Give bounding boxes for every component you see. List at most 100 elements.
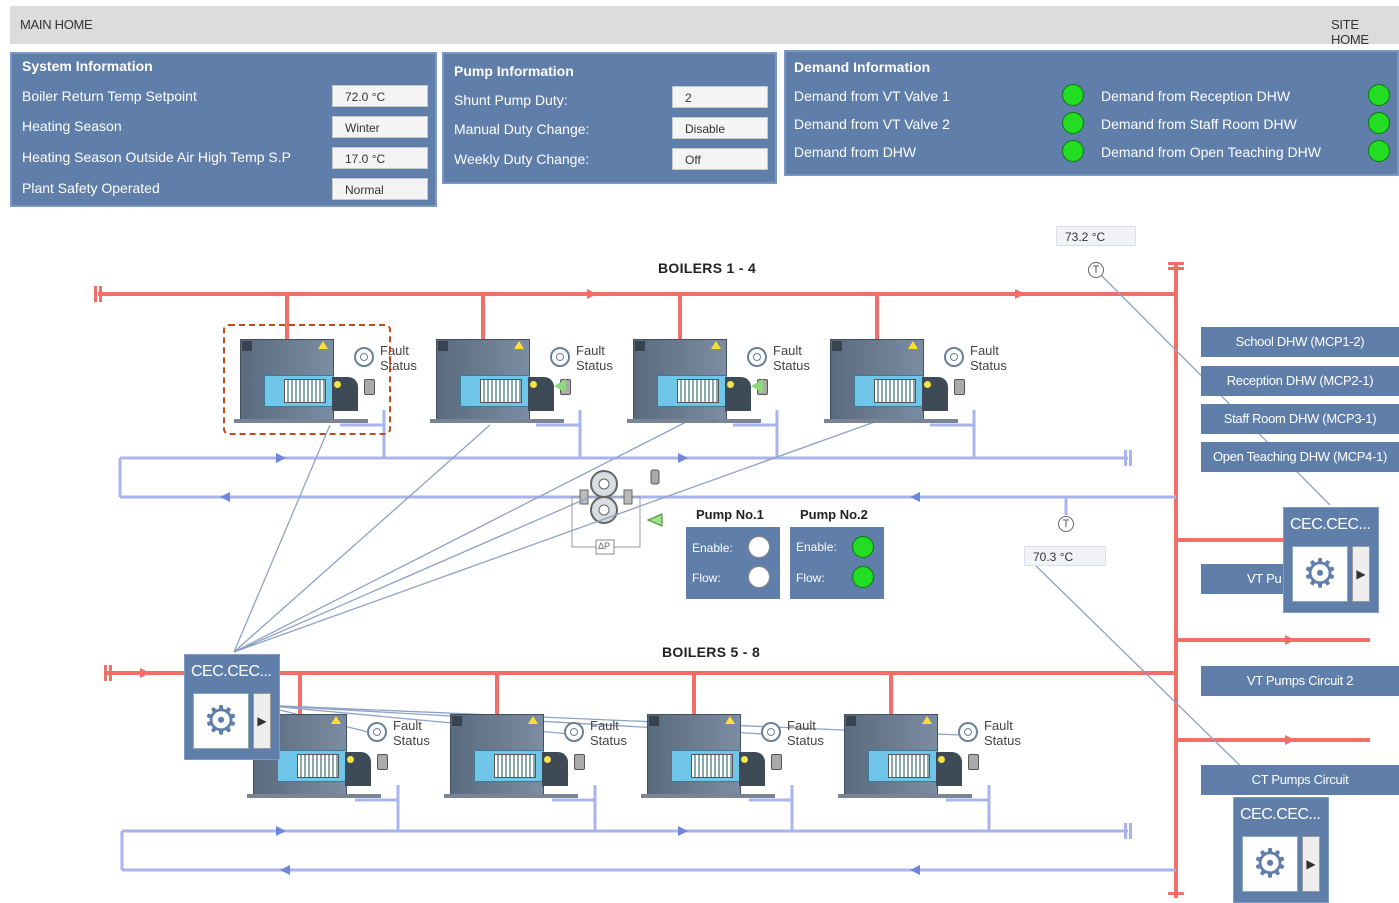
school-dhw-circuit-button[interactable]: School DHW (MCP1-2) (1201, 327, 1399, 357)
vt-pumps-circuit-2-button[interactable]: VT Pumps Circuit 2 (1201, 666, 1399, 696)
top-nav-bar: MAIN HOME SITE HOME (10, 6, 1399, 47)
differential-pressure-label: ΔP (598, 541, 611, 551)
system-information-panel: System Information Boiler Return Temp Se… (10, 52, 437, 207)
gear-icon[interactable]: ⚙ (193, 693, 249, 749)
boiler-8-fault-indicator[interactable] (958, 722, 978, 742)
shunt-pump-duty-value[interactable]: 2 (672, 86, 768, 108)
fault-label-line1: Fault (393, 718, 422, 733)
demand-vt-valve-1-indicator (1062, 84, 1084, 106)
boiler-8-fault-status-label: Fault Status (984, 718, 1021, 748)
controller-widget-vt-pumps[interactable]: CEC.CEC... ⚙ ▶ (1283, 507, 1379, 613)
burner-grille (874, 379, 916, 403)
burner-grille (494, 754, 536, 778)
burner-light (938, 756, 945, 763)
warning-icon (725, 716, 735, 724)
boiler-6[interactable]: Fault Status (444, 710, 627, 800)
warning-icon (908, 341, 918, 349)
boiler-base (444, 794, 578, 798)
fault-label-line2: Status (393, 733, 430, 748)
manual-duty-change-value[interactable]: Disable (672, 117, 768, 139)
demand-dhw-label: Demand from DHW (794, 144, 917, 160)
boiler-6-fault-indicator[interactable] (564, 722, 584, 742)
controller-name: CEC.CEC... (191, 663, 272, 680)
boiler-base (824, 419, 958, 423)
pump-2-flow-indicator (852, 566, 874, 588)
demand-staff-room-dhw-indicator (1368, 112, 1390, 134)
boiler-4-fault-indicator[interactable] (944, 347, 964, 367)
expand-arrow-icon[interactable]: ▶ (1302, 836, 1320, 892)
boiler-3-fault-indicator[interactable] (747, 347, 767, 367)
burner-light (544, 756, 551, 763)
boiler-base (627, 419, 761, 423)
boiler-2-fault-indicator[interactable] (550, 347, 570, 367)
pump-2-flow-label: Flow: (796, 571, 825, 585)
boiler-7[interactable]: Fault Status (641, 710, 824, 800)
expand-arrow-icon[interactable]: ▶ (1352, 546, 1370, 602)
boiler-vent (846, 716, 856, 726)
demand-reception-dhw-label: Demand from Reception DHW (1101, 88, 1291, 104)
pump-2-title: Pump No.2 (800, 507, 868, 522)
burner-light (347, 756, 354, 763)
fault-label-line2: Status (970, 358, 1007, 373)
gear-icon[interactable]: ⚙ (1242, 836, 1298, 892)
controller-name: CEC.CEC... (1240, 806, 1321, 823)
staff-room-dhw-circuit-button[interactable]: Staff Room DHW (MCP3-1) (1201, 404, 1399, 434)
boiler-6-fault-status-label: Fault Status (590, 718, 627, 748)
ct-pumps-circuit-button[interactable]: CT Pumps Circuit (1201, 765, 1399, 795)
demand-dhw-indicator (1062, 140, 1084, 162)
shunt-pump-duty-label: Shunt Pump Duty: (454, 92, 568, 108)
boiler-5-fault-indicator[interactable] (367, 722, 387, 742)
burner-grille (677, 379, 719, 403)
shunt-pump-assembly (571, 469, 663, 555)
fault-label-line2: Status (787, 733, 824, 748)
reception-dhw-circuit-button[interactable]: Reception DHW (MCP2-1) (1201, 366, 1399, 396)
fault-label-line1: Fault (970, 343, 999, 358)
plant-safety-value: Normal (332, 178, 428, 200)
heating-season-value: Winter (332, 116, 428, 138)
warning-icon (514, 341, 524, 349)
site-home-link[interactable]: SITE HOME (1331, 17, 1399, 47)
boiler-2[interactable]: Fault Status (430, 335, 613, 425)
burner-light (530, 381, 537, 388)
system-information-title: System Information (22, 58, 153, 74)
controller-widget-boilers[interactable]: CEC.CEC... ⚙ ▶ (184, 654, 280, 760)
demand-staff-room-dhw-label: Demand from Staff Room DHW (1101, 116, 1297, 132)
boiler-vent (438, 341, 448, 351)
return-temp-sensor-icon: T (1058, 516, 1074, 532)
main-home-link[interactable]: MAIN HOME (20, 17, 93, 32)
gear-icon[interactable]: ⚙ (1292, 546, 1348, 602)
open-teaching-dhw-circuit-button[interactable]: Open Teaching DHW (MCP4-1) (1201, 442, 1399, 472)
demand-open-teaching-dhw-indicator (1368, 140, 1390, 162)
valve-actuator (377, 754, 388, 770)
boiler-return-temp-setpoint-value: 72.0 °C (332, 85, 428, 107)
pump-2-status: Pump No.2 Enable: Flow: (790, 507, 884, 599)
fault-label-line1: Fault (590, 718, 619, 733)
boiler-2-fault-status-label: Fault Status (576, 343, 613, 373)
boiler-return-temp-setpoint-label: Boiler Return Temp Setpoint (22, 88, 197, 104)
boiler-5-fault-status-label: Fault Status (393, 718, 430, 748)
valve-actuator (771, 754, 782, 770)
fault-label-line1: Fault (984, 718, 1013, 733)
burner-grille (888, 754, 930, 778)
boiler-4[interactable]: Fault Status (824, 335, 1007, 425)
valve-actuator (954, 379, 965, 395)
burner-light (727, 381, 734, 388)
boiler-3[interactable]: Fault Status (627, 335, 810, 425)
valve-actuator (574, 754, 585, 770)
pump-1-enable-label: Enable: (692, 541, 733, 555)
expand-arrow-icon[interactable]: ▶ (253, 693, 271, 749)
selected-boiler-outline (223, 324, 391, 435)
controller-widget-ct-pumps[interactable]: CEC.CEC... ⚙ ▶ (1233, 797, 1329, 903)
boiler-8[interactable]: Fault Status (838, 710, 1021, 800)
demand-information-panel: Demand Information Demand from VT Valve … (784, 50, 1399, 176)
controller-name: CEC.CEC... (1290, 516, 1371, 533)
heating-season-label: Heating Season (22, 118, 122, 134)
boiler-7-fault-indicator[interactable] (761, 722, 781, 742)
fault-label-line2: Status (576, 358, 613, 373)
burner-light (924, 381, 931, 388)
burner-grille (297, 754, 339, 778)
demand-vt-valve-1-label: Demand from VT Valve 1 (794, 88, 950, 104)
weekly-duty-change-value[interactable]: Off (672, 148, 768, 170)
weekly-duty-change-label: Weekly Duty Change: (454, 151, 590, 167)
boilers-5-8-title: BOILERS 5 - 8 (662, 644, 761, 660)
